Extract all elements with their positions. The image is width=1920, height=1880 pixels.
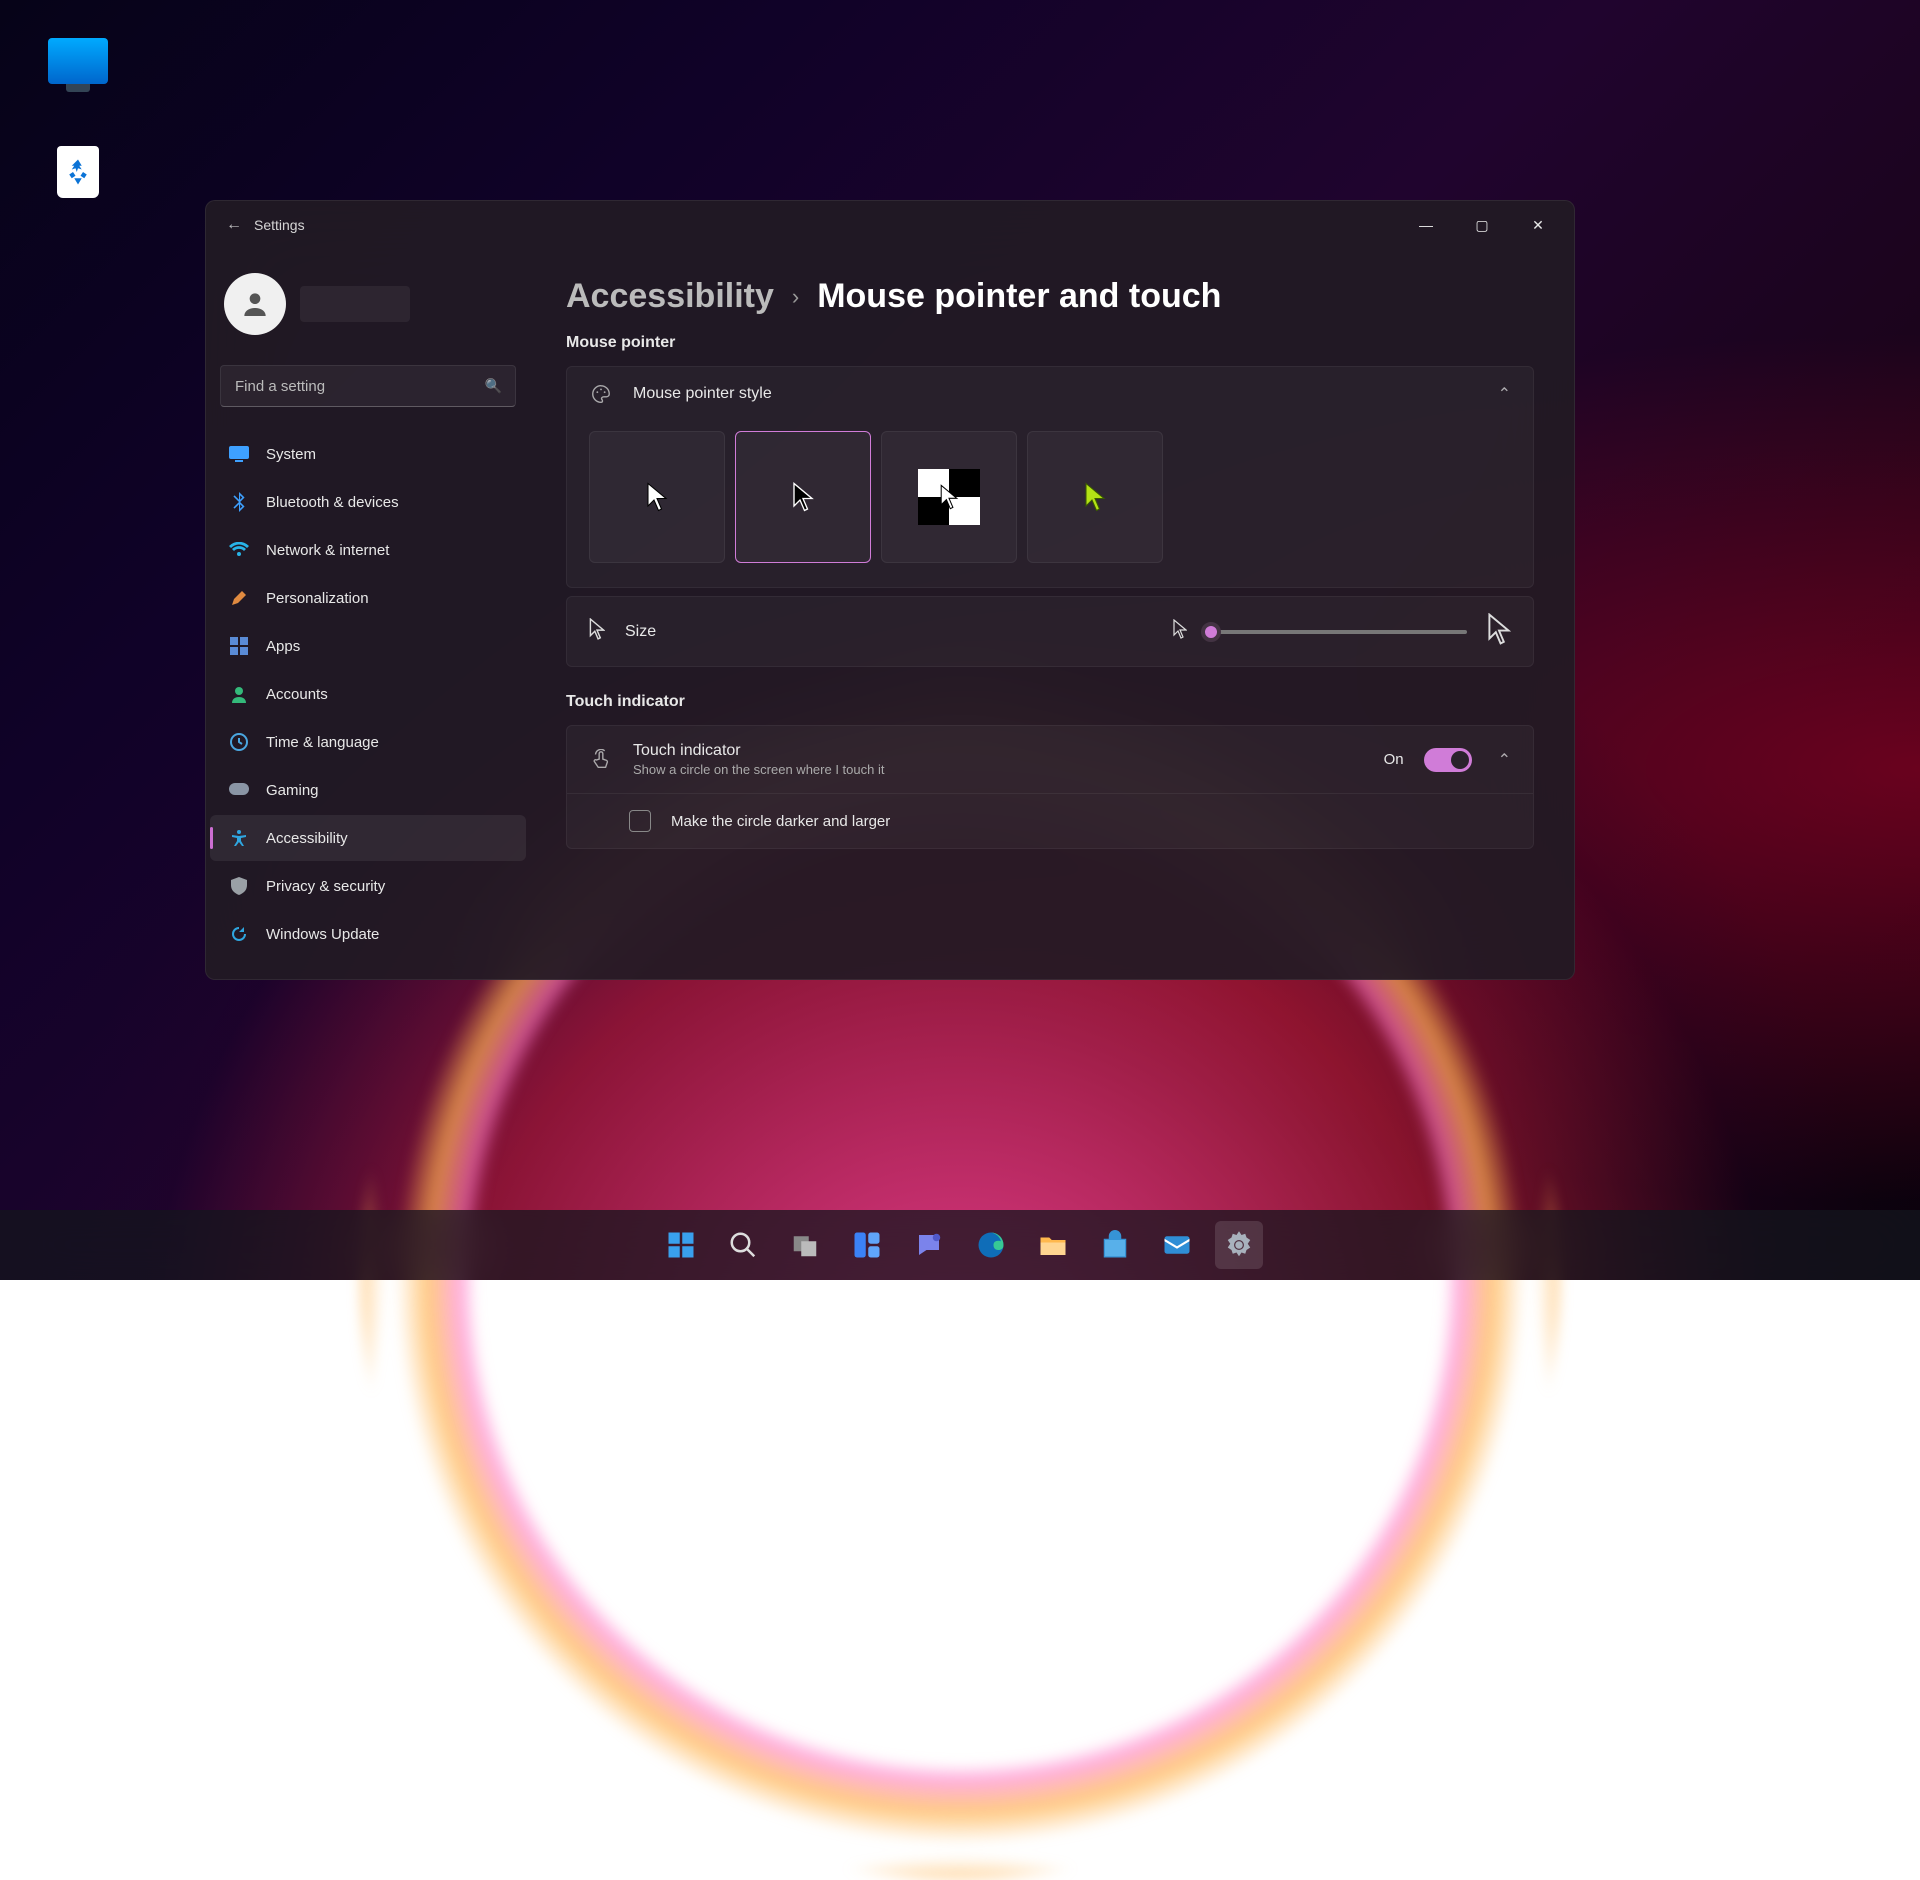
sidebar-item-network[interactable]: Network & internet [210, 527, 526, 573]
touch-subtitle: Show a circle on the screen where I touc… [633, 762, 884, 777]
sidebar-item-label: Privacy & security [266, 878, 385, 895]
sidebar-item-bluetooth[interactable]: Bluetooth & devices [210, 479, 526, 525]
explorer-button[interactable] [1029, 1221, 1077, 1269]
task-view-button[interactable] [781, 1221, 829, 1269]
taskbar [0, 1210, 1920, 1280]
size-label: Size [625, 623, 656, 641]
search-icon: 🔍 [485, 378, 502, 395]
sidebar-item-label: Gaming [266, 782, 319, 799]
account-name-placeholder [300, 286, 410, 322]
touch-toggle[interactable] [1424, 748, 1472, 772]
chevron-right-icon: › [792, 284, 799, 310]
touch-icon [589, 749, 613, 771]
sidebar-item-gaming[interactable]: Gaming [210, 767, 526, 813]
monitor-icon [48, 38, 108, 84]
start-button[interactable] [657, 1221, 705, 1269]
inverted-preview-icon [918, 469, 980, 525]
minimize-button[interactable]: — [1398, 201, 1454, 249]
sidebar-item-accessibility[interactable]: Accessibility [210, 815, 526, 861]
settings-window: ← Settings — ▢ ✕ 🔍 System [205, 200, 1575, 980]
desktop-icon-this-pc[interactable] [40, 38, 116, 90]
settings-taskbar-button[interactable] [1215, 1221, 1263, 1269]
card-pointer-style: Mouse pointer style ⌃ [566, 366, 1534, 588]
titlebar: ← Settings — ▢ ✕ [206, 201, 1574, 249]
sidebar-nav: System Bluetooth & devices Network & int… [210, 431, 526, 957]
bluetooth-icon [228, 491, 250, 513]
card-size: Size [566, 596, 1534, 667]
shield-icon [228, 875, 250, 897]
sidebar-item-label: Apps [266, 638, 300, 655]
apps-icon [228, 635, 250, 657]
sidebar-item-label: Accounts [266, 686, 328, 703]
breadcrumb-parent[interactable]: Accessibility [566, 277, 774, 316]
pointer-style-label: Mouse pointer style [633, 385, 772, 403]
store-button[interactable] [1091, 1221, 1139, 1269]
taskbar-search[interactable] [719, 1221, 767, 1269]
cursor-icon [589, 618, 605, 645]
maximize-button[interactable]: ▢ [1454, 201, 1510, 249]
window-title: Settings [254, 217, 305, 233]
sidebar: 🔍 System Bluetooth & devices Network & i… [206, 249, 536, 979]
system-icon [228, 443, 250, 465]
slider-thumb[interactable] [1201, 622, 1221, 642]
darker-larger-checkbox[interactable] [629, 810, 651, 832]
sidebar-item-privacy[interactable]: Privacy & security [210, 863, 526, 909]
pointer-style-white[interactable] [589, 431, 725, 563]
sidebar-item-apps[interactable]: Apps [210, 623, 526, 669]
chevron-up-icon[interactable]: ⌃ [1498, 750, 1511, 770]
card-touch-indicator: Touch indicator Show a circle on the scr… [566, 725, 1534, 849]
cursor-large-icon [1487, 613, 1511, 650]
sidebar-item-label: Bluetooth & devices [266, 494, 399, 511]
breadcrumb: Accessibility › Mouse pointer and touch [566, 277, 1534, 316]
sidebar-item-label: Time & language [266, 734, 379, 751]
pointer-style-black[interactable] [735, 431, 871, 563]
sidebar-item-label: Windows Update [266, 926, 379, 943]
sidebar-item-update[interactable]: Windows Update [210, 911, 526, 957]
section-mouse-pointer: Mouse pointer [566, 334, 1534, 352]
wifi-icon [228, 539, 250, 561]
search-input[interactable] [220, 365, 516, 407]
avatar-icon [224, 273, 286, 335]
sidebar-item-system[interactable]: System [210, 431, 526, 477]
chevron-up-icon[interactable]: ⌃ [1498, 384, 1511, 404]
search-box[interactable]: 🔍 [220, 365, 516, 407]
pointer-style-custom[interactable] [1027, 431, 1163, 563]
update-icon [228, 923, 250, 945]
person-icon [228, 683, 250, 705]
content-area: Accessibility › Mouse pointer and touch … [536, 249, 1574, 979]
sidebar-item-accounts[interactable]: Accounts [210, 671, 526, 717]
size-slider[interactable] [1207, 630, 1467, 634]
desktop-icon-recycle-bin[interactable] [40, 146, 116, 198]
touch-title: Touch indicator [633, 742, 884, 760]
toggle-state-label: On [1384, 751, 1404, 768]
brush-icon [228, 587, 250, 609]
accessibility-icon [228, 827, 250, 849]
widgets-button[interactable] [843, 1221, 891, 1269]
sidebar-item-label: System [266, 446, 316, 463]
chat-button[interactable] [905, 1221, 953, 1269]
pointer-style-options [567, 421, 1533, 587]
cursor-small-icon [1173, 619, 1187, 644]
sidebar-item-label: Personalization [266, 590, 369, 607]
edge-button[interactable] [967, 1221, 1015, 1269]
gamepad-icon [228, 779, 250, 801]
page-title: Mouse pointer and touch [817, 277, 1221, 316]
sidebar-item-label: Accessibility [266, 830, 348, 847]
palette-icon [589, 383, 613, 405]
clock-icon [228, 731, 250, 753]
recycle-bin-icon [57, 146, 99, 198]
back-button[interactable]: ← [214, 216, 254, 234]
sidebar-item-personalization[interactable]: Personalization [210, 575, 526, 621]
mail-button[interactable] [1153, 1221, 1201, 1269]
checkbox-label: Make the circle darker and larger [671, 813, 890, 830]
section-touch-indicator: Touch indicator [566, 693, 1534, 711]
pointer-style-inverted[interactable] [881, 431, 1017, 563]
sidebar-item-label: Network & internet [266, 542, 389, 559]
close-button[interactable]: ✕ [1510, 201, 1566, 249]
profile-block[interactable] [210, 263, 526, 345]
sidebar-item-time[interactable]: Time & language [210, 719, 526, 765]
